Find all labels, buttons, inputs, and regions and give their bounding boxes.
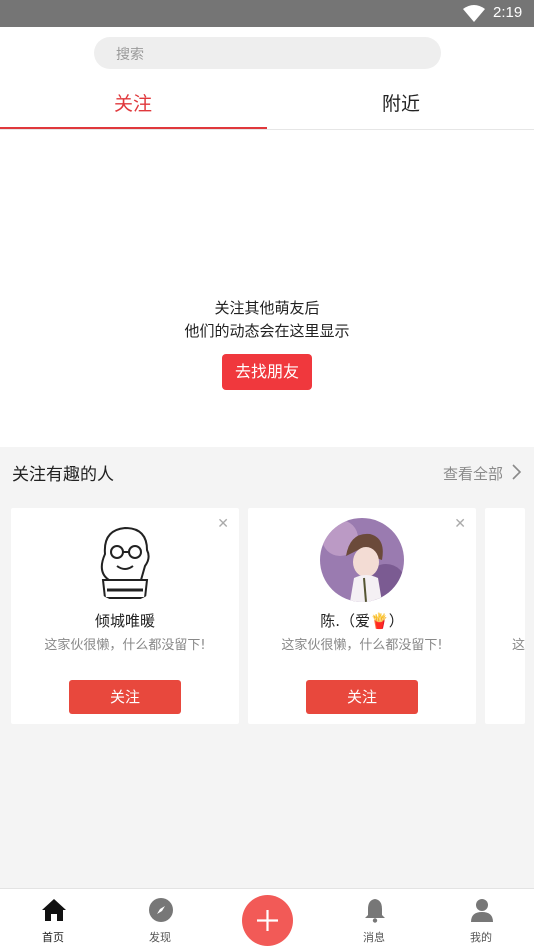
nav-home[interactable]: 首页 — [18, 889, 88, 949]
plus-icon — [257, 910, 278, 931]
chevron-right-icon[interactable] — [510, 463, 522, 481]
follow-button[interactable]: 关注 — [69, 680, 181, 714]
search-placeholder: 搜索 — [116, 47, 144, 63]
avatar[interactable] — [320, 518, 404, 602]
user-icon — [471, 899, 493, 922]
status-time: 2:19 — [493, 4, 523, 21]
bell-icon — [365, 899, 385, 923]
nav-messages[interactable]: 消息 — [339, 889, 409, 949]
add-post-button[interactable] — [242, 895, 293, 946]
close-icon[interactable]: ✕ — [217, 516, 229, 532]
nav-discover-label: 发现 — [149, 931, 171, 944]
search-input[interactable]: 搜索 — [94, 37, 441, 69]
suggested-user-card: ✕ 倾城唯暖 这家伙很懒，什么都没留下! 关注 — [11, 508, 239, 724]
compass-icon — [149, 898, 173, 922]
follow-button[interactable]: 关注 — [306, 680, 418, 714]
nav-discover[interactable]: 发现 — [125, 889, 195, 949]
nav-me-label: 我的 — [470, 931, 492, 944]
suggested-user-card: ✕ 陈.（爱🍟） 这家伙很懒，什么都没留下! 关注 — [248, 508, 476, 724]
home-icon — [42, 899, 66, 921]
suggestions-title: 关注有趣的人 — [12, 465, 114, 485]
tab-follow[interactable]: 关注 — [114, 89, 152, 116]
view-all-link[interactable]: 查看全部 — [443, 463, 503, 484]
nav-messages-label: 消息 — [363, 931, 385, 944]
wifi-icon — [463, 5, 485, 22]
user-name[interactable]: 倾城唯暖 — [11, 610, 239, 631]
suggested-user-card: 这 — [485, 508, 525, 724]
follow-feed: 关注其他萌友后 他们的动态会在这里显示 去找朋友 — [0, 130, 534, 447]
avatar[interactable] — [83, 518, 167, 602]
bottom-nav: 首页 发现 消息 我的 — [0, 888, 534, 949]
close-icon[interactable]: ✕ — [454, 516, 466, 532]
user-bio: 这 — [512, 638, 526, 653]
empty-state-line2: 他们的动态会在这里显示 — [184, 322, 350, 340]
user-bio: 这家伙很懒，什么都没留下! — [44, 638, 206, 653]
user-name[interactable]: 陈.（爱🍟） — [248, 610, 476, 631]
top-header: 搜索 关注 附近 — [0, 27, 534, 130]
nav-me[interactable]: 我的 — [446, 889, 516, 949]
empty-state-line1: 关注其他萌友后 — [214, 299, 320, 317]
user-bio: 这家伙很懒，什么都没留下! — [281, 638, 443, 653]
find-friends-button[interactable]: 去找朋友 — [222, 354, 312, 390]
tab-nearby[interactable]: 附近 — [382, 89, 420, 116]
status-bar: 2:19 — [0, 0, 534, 27]
nav-home-label: 首页 — [42, 931, 64, 944]
